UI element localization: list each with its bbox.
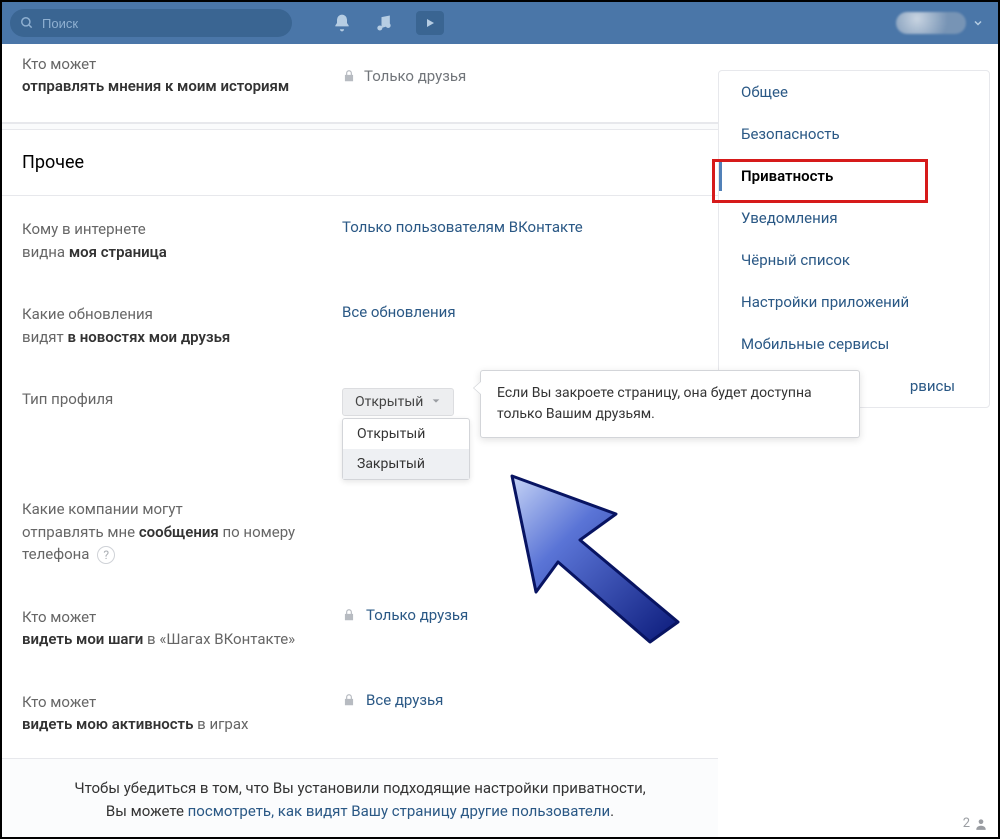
video-icon[interactable] [416, 11, 444, 35]
setting-label: Кому в интернете видна моя страница [22, 218, 342, 263]
lock-icon [342, 69, 356, 83]
dropdown-option-closed[interactable]: Закрытый [343, 449, 469, 479]
search-field[interactable] [10, 9, 292, 37]
dropdown-menu: Открытый Закрытый [342, 418, 470, 480]
person-icon [974, 817, 988, 831]
profile-type-dropdown[interactable]: Открытый [342, 388, 454, 416]
setting-row-profile-type: Тип профиля Открытый Открытый Закрытый Е… [2, 370, 718, 438]
sidebar-item-blacklist[interactable]: Чёрный список [719, 239, 989, 281]
bell-icon[interactable] [332, 13, 352, 33]
search-icon [20, 16, 34, 30]
avatar [896, 12, 966, 34]
chevron-down-icon [431, 394, 441, 410]
setting-label: Кто может отправлять мнения к моим истор… [22, 54, 342, 98]
topbar [2, 2, 998, 44]
search-input[interactable] [42, 16, 282, 31]
setting-value-link[interactable]: Только пользователям ВКонтакте [342, 218, 583, 236]
sidebar-item-privacy[interactable]: Приватность [719, 155, 989, 197]
tooltip: Если Вы закроете страницу, она будет дос… [480, 370, 860, 438]
dropdown-selected: Открытый [355, 394, 423, 410]
settings-sidebar: Общее Безопасность Приватность Уведомлен… [718, 44, 998, 837]
chevron-down-icon [972, 14, 984, 33]
setting-value[interactable]: Только друзья [342, 67, 466, 85]
setting-row-page-visibility: Кому в интернете видна моя страница Толь… [2, 196, 718, 285]
setting-value[interactable]: Все друзья [342, 691, 443, 709]
sidebar-item-general[interactable]: Общее [719, 71, 989, 113]
profile-menu[interactable] [896, 2, 984, 44]
setting-row-game-activity: Кто может видеть мою активность в играх … [2, 673, 718, 758]
setting-label: Тип профиля [22, 388, 342, 411]
dropdown-option-open[interactable]: Открытый [343, 419, 469, 449]
setting-row-story-opinions: Кто может отправлять мнения к моим истор… [2, 44, 718, 123]
sidebar-item-notifications[interactable]: Уведомления [719, 197, 989, 239]
lock-icon [342, 608, 356, 622]
help-icon[interactable]: ? [97, 546, 115, 564]
setting-label: Какие обновления видят в новостях мои др… [22, 303, 342, 348]
sidebar-item-security[interactable]: Безопасность [719, 113, 989, 155]
setting-value-link[interactable]: Все обновления [342, 303, 456, 321]
lock-icon [342, 693, 356, 707]
privacy-preview-note: Чтобы убедиться в том, что Вы установили… [2, 758, 718, 838]
setting-row-feed-updates: Какие обновления видят в новостях мои др… [2, 285, 718, 370]
online-counter: 2 [963, 816, 988, 831]
setting-label: Какие компании могут отправлять мне сооб… [22, 498, 342, 566]
preview-profile-link[interactable]: посмотреть, как видят Вашу страницу друг… [188, 802, 611, 820]
section-title-other: Прочее [2, 130, 718, 196]
sidebar-item-mobile[interactable]: Мобильные сервисы [719, 323, 989, 365]
setting-label: Кто может видеть мою активность в играх [22, 691, 342, 736]
setting-label: Кто может видеть мои шаги в «Шагах ВКонт… [22, 606, 342, 651]
topbar-icons [332, 11, 444, 35]
setting-row-steps: Кто может видеть мои шаги в «Шагах ВКонт… [2, 588, 718, 673]
music-icon[interactable] [374, 13, 394, 33]
sidebar-item-app-settings[interactable]: Настройки приложений [719, 281, 989, 323]
setting-value[interactable]: Только друзья [342, 606, 468, 624]
